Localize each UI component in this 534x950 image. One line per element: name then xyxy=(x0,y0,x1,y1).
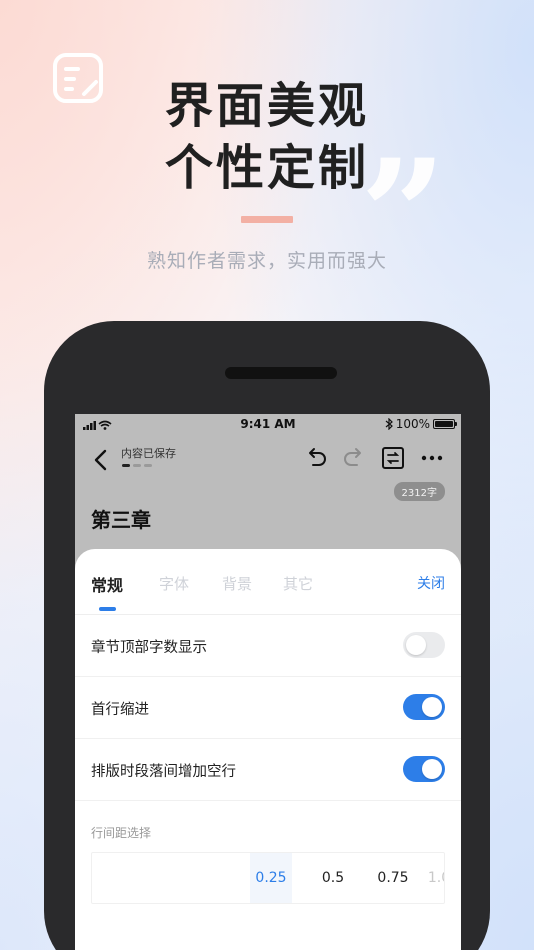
tab-font[interactable]: 字体 xyxy=(159,573,189,594)
chapter-word-count-toggle[interactable] xyxy=(403,632,445,658)
first-line-indent-toggle[interactable] xyxy=(403,694,445,720)
active-tab-indicator xyxy=(99,607,116,611)
editor-toolbar: 内容已保存 xyxy=(75,440,461,480)
status-right: 100% xyxy=(385,417,457,431)
bluetooth-icon xyxy=(385,418,393,430)
phone-speaker xyxy=(225,367,337,379)
chapter-title[interactable]: 第三章 xyxy=(91,504,151,533)
accent-bar xyxy=(241,216,293,223)
phone-screen: 9:41 AM 100% 内容已保存 2312字 第三章 常规 字体 背景 其它… xyxy=(75,414,461,950)
undo-icon[interactable] xyxy=(303,445,329,471)
line-spacing-option[interactable]: 0.75 xyxy=(372,853,414,903)
format-settings-icon[interactable] xyxy=(380,445,406,471)
line-spacing-option[interactable]: 0.25 xyxy=(250,853,292,903)
setting-row-paragraph-blank-line: 排版时段落间增加空行 xyxy=(75,739,461,801)
close-button[interactable]: 关闭 xyxy=(417,573,445,593)
headline-line2: 个性定制 xyxy=(164,140,369,196)
tab-other[interactable]: 其它 xyxy=(283,573,313,594)
status-bar: 9:41 AM 100% xyxy=(75,414,461,436)
setting-row-first-line-indent: 首行缩进 xyxy=(75,677,461,739)
word-count-badge: 2312字 xyxy=(393,482,445,501)
line-spacing-option[interactable]: 1.0 xyxy=(418,853,444,903)
line-spacing-label: 行间距选择 xyxy=(91,826,152,840)
setting-label: 首行缩进 xyxy=(91,702,149,718)
subtitle: 熟知作者需求，实用而强大 xyxy=(146,250,387,272)
back-icon[interactable] xyxy=(89,446,113,474)
tab-background[interactable]: 背景 xyxy=(222,573,252,594)
setting-row-chapter-word-count: 章节顶部字数显示 xyxy=(75,615,461,677)
save-status: 内容已保存 xyxy=(121,447,176,460)
redo-icon[interactable] xyxy=(341,445,367,471)
paragraph-blank-line-toggle[interactable] xyxy=(403,756,445,782)
line-spacing-picker[interactable]: 0.25 0.5 0.75 1.0 xyxy=(91,852,445,904)
more-icon[interactable] xyxy=(419,445,445,471)
phone-mockup: 9:41 AM 100% 内容已保存 2312字 第三章 常规 字体 背景 其它… xyxy=(44,321,490,950)
settings-sheet: 常规 字体 背景 其它 关闭 章节顶部字数显示 首行缩进 排版时段落间增加空行 … xyxy=(75,549,461,950)
settings-tabs: 常规 字体 背景 其它 关闭 xyxy=(75,549,461,615)
setting-label: 章节顶部字数显示 xyxy=(91,640,207,656)
line-spacing-option[interactable]: 0.5 xyxy=(312,853,354,903)
battery-percent: 100% xyxy=(395,417,430,431)
battery-icon xyxy=(433,419,457,429)
setting-label: 排版时段落间增加空行 xyxy=(91,764,236,780)
page-indicator xyxy=(122,464,152,467)
headline-line1: 界面美观 xyxy=(164,78,369,134)
tab-general[interactable]: 常规 xyxy=(91,572,123,596)
